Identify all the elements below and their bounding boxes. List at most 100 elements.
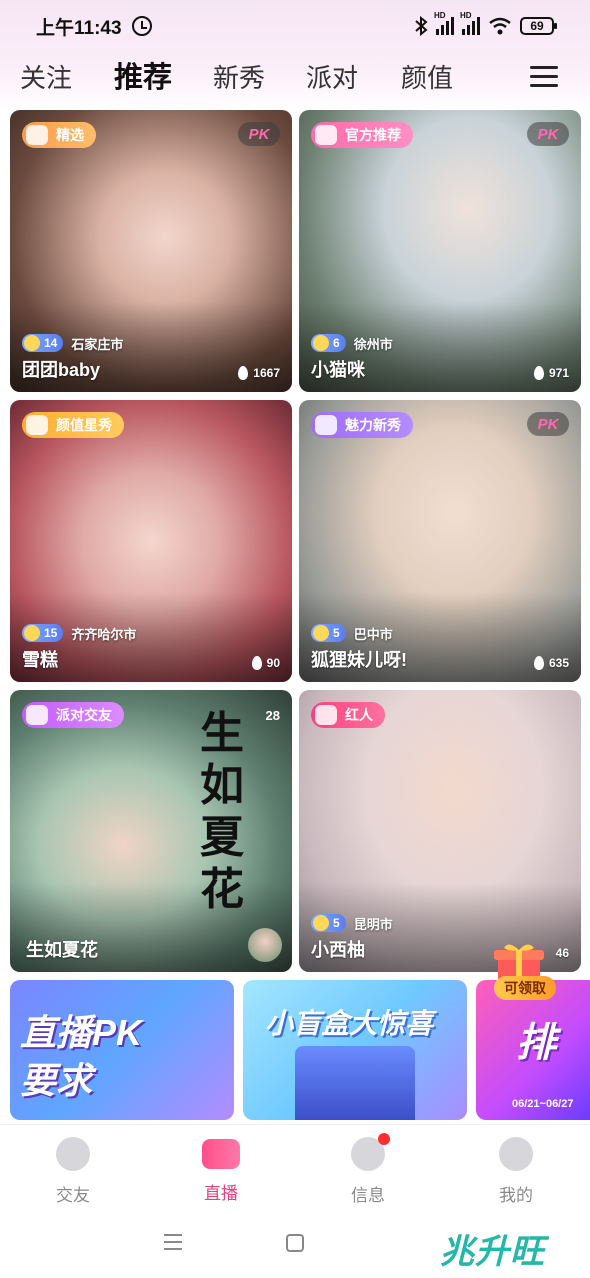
streamer-name: 小西柚: [311, 940, 365, 960]
heat-value: 971: [548, 366, 569, 380]
nav-messages[interactable]: 信息: [328, 1133, 408, 1206]
badge: 颜值星秀: [22, 412, 124, 438]
badge-label: 颜值星秀: [56, 417, 112, 433]
level-badge: 14: [22, 334, 64, 352]
live-card-6[interactable]: 红人 5 昆明市 小西柚 46: [299, 690, 581, 972]
heat-count: 90: [251, 656, 280, 670]
claim-button[interactable]: 可领取: [494, 976, 556, 1000]
badge: 魅力新秀: [311, 412, 413, 438]
avatar: [248, 928, 282, 962]
tab-newcomers[interactable]: 新秀: [213, 56, 265, 100]
status-bar: 上午11:43 HD HD 69: [0, 0, 590, 52]
signal-icon-1: HD: [434, 11, 454, 35]
star-icon: [313, 625, 329, 641]
flame-icon: [315, 415, 337, 435]
badge: 红人: [311, 702, 385, 728]
fire-icon: [251, 656, 262, 670]
fire-icon: [238, 366, 249, 380]
tab-recommend[interactable]: 推荐: [114, 56, 172, 100]
menu-icon[interactable]: [530, 66, 558, 88]
alarm-icon: [131, 16, 152, 36]
heat-count: 1667: [238, 366, 280, 380]
tab-party[interactable]: 派对: [306, 56, 358, 100]
badge: 官方推荐: [311, 122, 413, 148]
wifi-icon: [489, 17, 511, 35]
friends-icon: [56, 1137, 90, 1171]
badge: 精选: [22, 122, 96, 148]
hd-label-1: HD: [434, 11, 446, 20]
banner-ranking[interactable]: 排 06/21~06/27: [476, 980, 590, 1120]
nav-label: 信息: [351, 1186, 385, 1205]
home-icon[interactable]: [286, 1234, 304, 1252]
level-value: 14: [44, 336, 58, 350]
star-icon: [313, 915, 329, 931]
thumbs-up-icon: [315, 125, 337, 145]
heat-count: 635: [533, 656, 569, 670]
badge-label: 派对交友: [56, 707, 112, 723]
profile-face-icon: [499, 1137, 533, 1171]
party-icon: [26, 705, 48, 725]
pk-tag: PK: [527, 122, 569, 146]
flame-icon: [315, 705, 337, 725]
heat-value: 635: [548, 656, 569, 670]
banner-title: 小盲盒大惊喜: [265, 1008, 434, 1039]
star-icon: [313, 335, 329, 351]
nav-label: 我的: [499, 1186, 533, 1205]
live-card-2[interactable]: 官方推荐 PK 6 徐州市 小猫咪 971: [299, 110, 581, 392]
fire-icon: [533, 366, 544, 380]
level-row: 5 巴中市: [311, 624, 393, 642]
nav-live[interactable]: 直播: [181, 1137, 261, 1204]
level-badge: 15: [22, 624, 64, 642]
city: 昆明市: [353, 916, 393, 932]
nav-profile[interactable]: 我的: [476, 1137, 556, 1206]
city: 石家庄市: [71, 336, 124, 352]
streamer-name: 雪糕: [22, 650, 58, 670]
streamer-name: 小猫咪: [311, 360, 365, 380]
level-value: 6: [333, 336, 340, 350]
unread-dot: [378, 1133, 390, 1145]
tab-follow[interactable]: 关注: [20, 56, 72, 100]
recent-apps-icon[interactable]: [164, 1234, 182, 1255]
banner-dates: 06/21~06/27: [512, 1098, 574, 1110]
badge-label: 精选: [56, 127, 84, 143]
poster-title: 生如夏花: [200, 708, 244, 915]
heat-count: 971: [533, 366, 569, 380]
badge: 派对交友: [22, 702, 124, 728]
level-badge: 6: [311, 334, 346, 352]
status-time: 上午11:43: [36, 17, 122, 39]
battery-indicator: 69: [520, 17, 557, 35]
tab-looks[interactable]: 颜值: [401, 56, 453, 100]
heat-value: 46: [555, 946, 569, 960]
banner-title: 直播PK: [20, 1012, 143, 1053]
live-card-4[interactable]: 魅力新秀 PK 5 巴中市 狐狸妹儿呀! 635: [299, 400, 581, 682]
banner-blind-box[interactable]: 小盲盒大惊喜: [243, 980, 467, 1120]
level-row: 15 齐齐哈尔市: [22, 624, 136, 642]
city: 齐齐哈尔市: [71, 626, 137, 642]
badge-label: 魅力新秀: [345, 417, 401, 433]
watermark-logo: 兆升旺: [440, 1233, 545, 1271]
bottom-navigation: 交友 直播 信息 我的: [0, 1124, 590, 1208]
level-value: 15: [44, 626, 58, 640]
city: 巴中市: [353, 626, 393, 642]
streamer-name: 团团baby: [22, 360, 101, 380]
heat-count: 46: [556, 946, 569, 960]
banner-title: 排: [516, 1021, 556, 1065]
level-value: 5: [333, 916, 340, 930]
star-icon: [24, 335, 40, 351]
live-card-3[interactable]: 颜值星秀 15 齐齐哈尔市 雪糕 90: [10, 400, 292, 682]
city: 徐州市: [353, 336, 393, 352]
signal-icon-2: HD: [460, 11, 480, 35]
live-card-5[interactable]: 派对交友 28 生如夏花 生如夏花: [10, 690, 292, 972]
poster-number: 28: [265, 708, 280, 723]
nav-label: 交友: [56, 1186, 90, 1205]
fire-icon: [533, 656, 544, 670]
nav-friends[interactable]: 交友: [33, 1137, 113, 1206]
star-icon: [24, 625, 40, 641]
blind-box-machine-icon: [295, 1046, 415, 1120]
hd-label-2: HD: [460, 11, 472, 20]
live-card-1[interactable]: 精选 PK 14 石家庄市 团团baby 1667: [10, 110, 292, 392]
heat-value: 1667: [253, 366, 280, 380]
level-value: 5: [333, 626, 340, 640]
sparkle-icon: [26, 415, 48, 435]
banner-live-pk[interactable]: 直播PK 要求: [10, 980, 234, 1120]
